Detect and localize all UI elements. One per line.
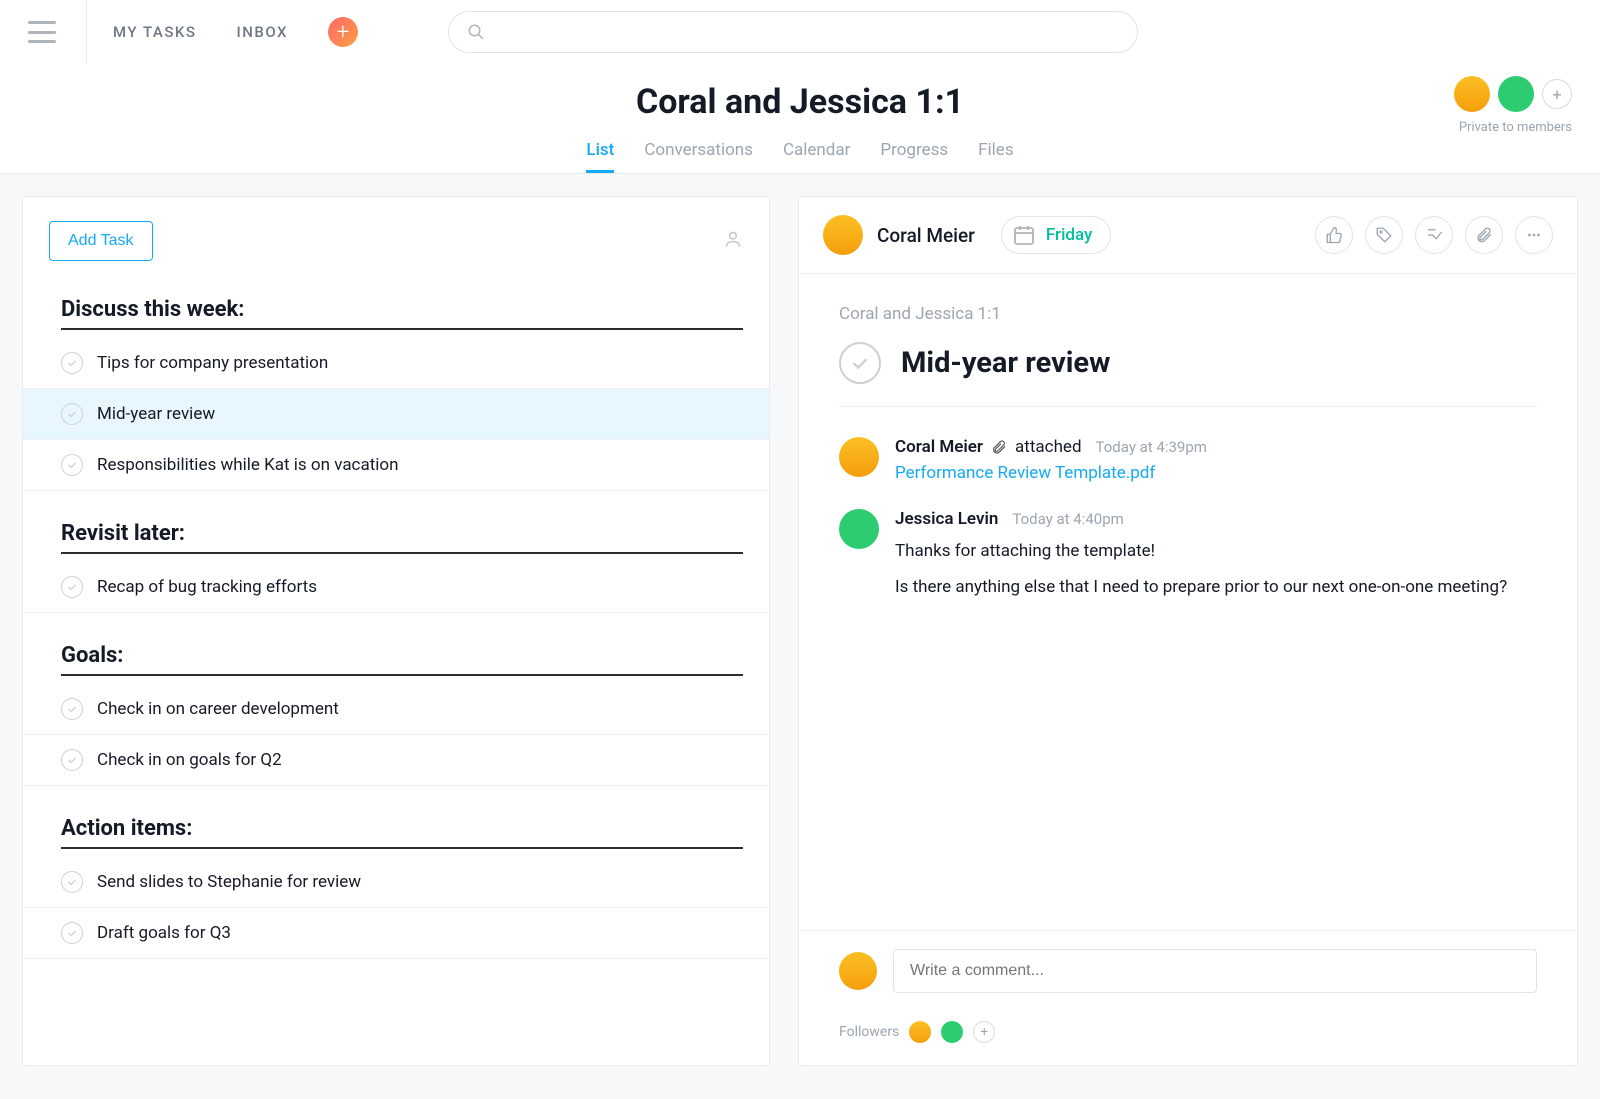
- search-field[interactable]: [495, 24, 1119, 41]
- task-title[interactable]: Mid-year review: [901, 346, 1110, 380]
- followers-label: Followers: [839, 1024, 899, 1040]
- topbar: MY TASKS INBOX +: [0, 0, 1600, 64]
- comment-text: Is there anything else that I need to pr…: [895, 575, 1537, 601]
- complete-task-icon[interactable]: [61, 352, 83, 374]
- tab-calendar[interactable]: Calendar: [783, 140, 850, 173]
- project-members: +: [1454, 76, 1572, 112]
- activity-time: Today at 4:40pm: [1012, 510, 1123, 528]
- breadcrumb[interactable]: Coral and Jessica 1:1: [839, 304, 1537, 324]
- assignee-filter-icon[interactable]: [723, 229, 743, 253]
- section-title[interactable]: Goals:: [61, 643, 743, 676]
- activity-item: Coral Meier attached Today at 4:39pm Per…: [839, 437, 1537, 483]
- avatar-coral[interactable]: [839, 437, 879, 477]
- followers: Followers +: [799, 1011, 1577, 1065]
- tab-list[interactable]: List: [586, 140, 614, 173]
- complete-task-icon[interactable]: [61, 576, 83, 598]
- complete-task-icon[interactable]: [61, 403, 83, 425]
- tab-files[interactable]: Files: [978, 140, 1013, 173]
- activity-author: Coral Meier: [895, 437, 983, 457]
- task-row[interactable]: Mid-year review: [23, 389, 769, 440]
- complete-task-icon[interactable]: [61, 922, 83, 944]
- attachment-button[interactable]: [1465, 216, 1503, 254]
- assignee-avatar[interactable]: [823, 215, 863, 255]
- avatar-jessica[interactable]: [1498, 76, 1534, 112]
- project-title: Coral and Jessica 1:1: [28, 82, 1572, 122]
- privacy-label: Private to members: [1459, 120, 1572, 135]
- task-detail-panel: Coral Meier Friday Coral and Jessica 1:1…: [798, 196, 1578, 1066]
- more-actions-button[interactable]: [1515, 216, 1553, 254]
- assignee-name[interactable]: Coral Meier: [877, 224, 975, 247]
- task-name: Check in on goals for Q2: [97, 750, 282, 770]
- activity-item: Jessica Levin Today at 4:40pm Thanks for…: [839, 509, 1537, 600]
- task-name: Recap of bug tracking efforts: [97, 577, 317, 597]
- task-name: Responsibilities while Kat is on vacatio…: [97, 455, 398, 475]
- comment-text: Thanks for attaching the template!: [895, 539, 1537, 565]
- subtask-button[interactable]: [1415, 216, 1453, 254]
- comment-input[interactable]: [893, 949, 1537, 993]
- avatar-coral[interactable]: [1454, 76, 1490, 112]
- nav-my-tasks[interactable]: MY TASKS: [113, 23, 197, 41]
- due-date-text: Friday: [1046, 225, 1092, 245]
- detail-body: Coral and Jessica 1:1 Mid-year review Co…: [799, 274, 1577, 930]
- task-name: Send slides to Stephanie for review: [97, 872, 361, 892]
- attachment-icon: [991, 439, 1007, 455]
- task-row[interactable]: Check in on career development: [23, 684, 769, 735]
- search-icon: [467, 23, 485, 41]
- task-list-panel: Add Task Discuss this week: Tips for com…: [22, 196, 770, 1066]
- complete-task-icon[interactable]: [61, 871, 83, 893]
- activity-time: Today at 4:39pm: [1096, 438, 1207, 456]
- project-tabs: List Conversations Calendar Progress Fil…: [28, 140, 1572, 173]
- quick-add-button[interactable]: +: [328, 17, 358, 47]
- tag-button[interactable]: [1365, 216, 1403, 254]
- task-actions: [1315, 216, 1553, 254]
- section-title[interactable]: Discuss this week:: [61, 297, 743, 330]
- attachment-link[interactable]: Performance Review Template.pdf: [895, 463, 1155, 483]
- task-name: Draft goals for Q3: [97, 923, 231, 943]
- task-name: Mid-year review: [97, 404, 215, 424]
- like-button[interactable]: [1315, 216, 1353, 254]
- detail-header: Coral Meier Friday: [799, 197, 1577, 274]
- task-row[interactable]: Send slides to Stephanie for review: [23, 857, 769, 908]
- activity-verb: attached: [1015, 437, 1081, 457]
- section-title[interactable]: Action items:: [61, 816, 743, 849]
- main-content: Add Task Discuss this week: Tips for com…: [0, 174, 1600, 1088]
- nav-inbox[interactable]: INBOX: [237, 23, 289, 41]
- calendar-icon: [1012, 223, 1036, 247]
- complete-task-icon[interactable]: [61, 749, 83, 771]
- search-input[interactable]: [448, 11, 1138, 53]
- task-row[interactable]: Tips for company presentation: [23, 338, 769, 389]
- add-task-button[interactable]: Add Task: [49, 221, 153, 261]
- section-title[interactable]: Revisit later:: [61, 521, 743, 554]
- task-name: Check in on career development: [97, 699, 339, 719]
- hamburger-menu-icon[interactable]: [28, 21, 56, 43]
- complete-task-icon[interactable]: [61, 454, 83, 476]
- avatar-current-user: [839, 952, 877, 990]
- complete-task-button[interactable]: [839, 342, 881, 384]
- divider: [86, 0, 87, 64]
- complete-task-icon[interactable]: [61, 698, 83, 720]
- avatar-jessica[interactable]: [839, 509, 879, 549]
- comment-composer: [799, 930, 1577, 1011]
- task-row[interactable]: Draft goals for Q3: [23, 908, 769, 959]
- due-date-button[interactable]: Friday: [1001, 216, 1111, 254]
- tab-progress[interactable]: Progress: [880, 140, 948, 173]
- project-header: Coral and Jessica 1:1 List Conversations…: [0, 64, 1600, 174]
- activity-author: Jessica Levin: [895, 509, 998, 529]
- tab-conversations[interactable]: Conversations: [644, 140, 753, 173]
- add-member-button[interactable]: +: [1542, 79, 1572, 109]
- add-follower-button[interactable]: +: [973, 1021, 995, 1043]
- task-name: Tips for company presentation: [97, 353, 328, 373]
- follower-avatar[interactable]: [941, 1021, 963, 1043]
- task-row[interactable]: Check in on goals for Q2: [23, 735, 769, 786]
- task-row[interactable]: Recap of bug tracking efforts: [23, 562, 769, 613]
- task-row[interactable]: Responsibilities while Kat is on vacatio…: [23, 440, 769, 491]
- follower-avatar[interactable]: [909, 1021, 931, 1043]
